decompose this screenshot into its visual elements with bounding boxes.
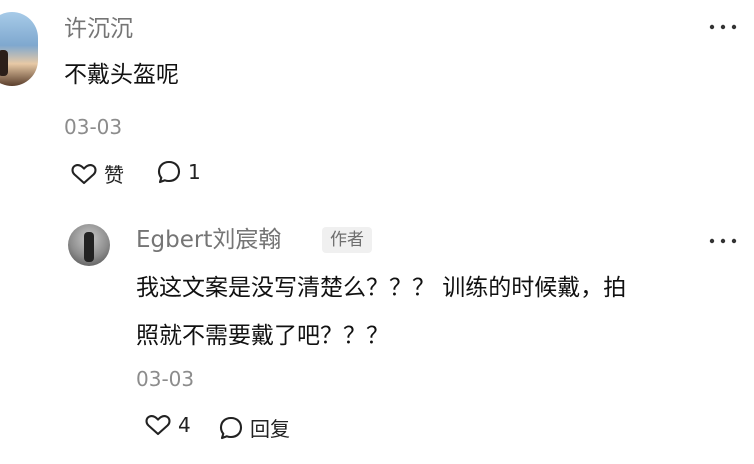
comment-text: 不戴头盔呢 (64, 62, 179, 88)
like-button[interactable]: 4 (144, 413, 191, 437)
heart-icon (70, 162, 98, 186)
reply-timestamp: 03-03 (136, 367, 195, 391)
like-count: 4 (178, 413, 191, 437)
comment-bubble-icon (218, 415, 244, 441)
more-dots-icon[interactable] (708, 236, 738, 246)
user-avatar[interactable] (68, 224, 110, 266)
reply-text: 我这文案是没写清楚么？？？ 训练的时候戴，拍 照就不需要戴了吧？？？ (136, 264, 626, 360)
reply-text-line: 照就不需要戴了吧？？？ (136, 323, 389, 349)
reply-text-line: 我这文案是没写清楚么？？？ 训练的时候戴，拍 (136, 275, 627, 301)
comment-button[interactable]: 1 (156, 159, 201, 185)
comment-count: 1 (188, 160, 201, 184)
heart-icon (144, 413, 172, 437)
reply-label: 回复 (250, 417, 290, 441)
author-badge: 作者 (322, 227, 372, 253)
like-button[interactable]: 赞 (70, 159, 124, 188)
reply-username[interactable]: Egbert刘宸翰 (136, 229, 281, 252)
comment-username[interactable]: 许沉沉 (64, 18, 133, 41)
comment-timestamp: 03-03 (64, 115, 123, 139)
like-label: 赞 (104, 163, 124, 187)
comment-bubble-icon (156, 159, 182, 185)
reply-button[interactable]: 回复 (218, 413, 290, 442)
user-avatar[interactable] (0, 12, 38, 86)
more-dots-icon[interactable] (708, 22, 738, 32)
